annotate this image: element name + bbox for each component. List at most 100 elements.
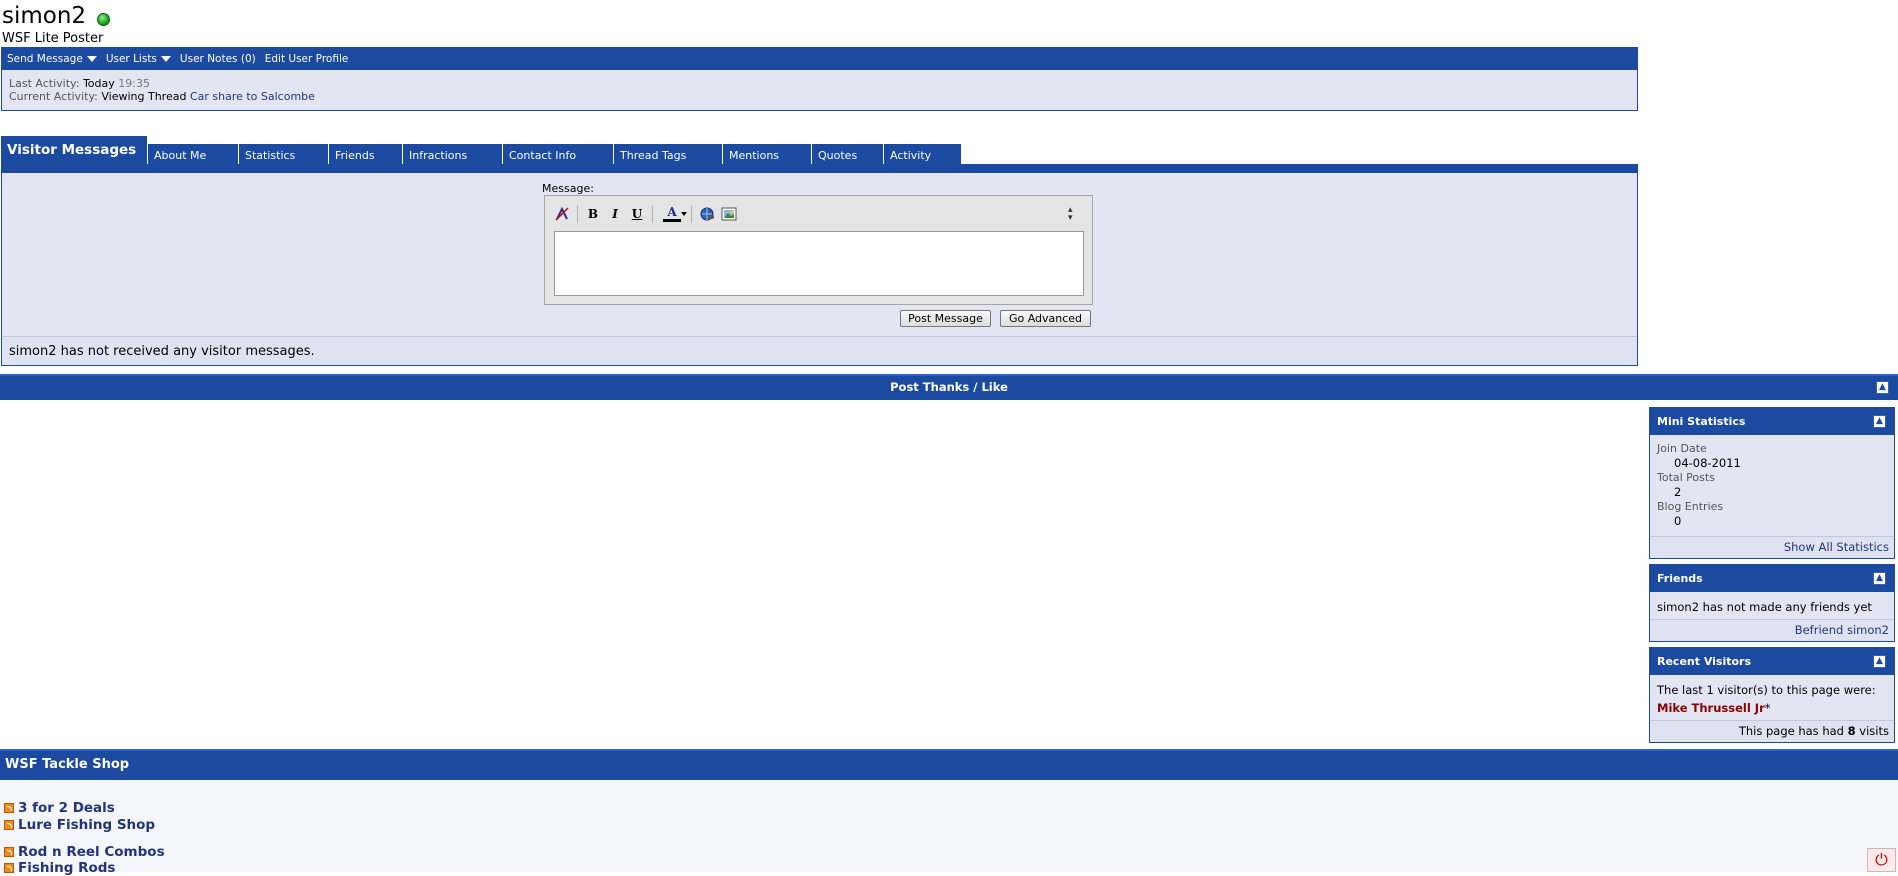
collapse-icon[interactable]: ▲ bbox=[1873, 415, 1886, 428]
show-all-statistics-link[interactable]: Show All Statistics bbox=[1650, 536, 1894, 558]
recent-visitors-title: Recent Visitors bbox=[1657, 655, 1752, 668]
dropdown-arrow-icon bbox=[86, 56, 97, 62]
friends-title: Friends bbox=[1657, 572, 1703, 585]
profile-info-box: Send Message User Lists User Notes (0) E… bbox=[1, 47, 1638, 111]
join-date-value: 04-08-2011 bbox=[1674, 456, 1741, 470]
italic-icon[interactable]: I bbox=[606, 205, 624, 223]
bold-icon[interactable]: B bbox=[584, 205, 602, 223]
profile-menu-bar: Send Message User Lists User Notes (0) E… bbox=[2, 48, 1637, 70]
friends-empty-text: simon2 has not made any friends yet bbox=[1657, 600, 1872, 614]
toolbar-separator bbox=[691, 205, 692, 223]
send-message-label: Send Message bbox=[7, 53, 83, 65]
last-activity-day: Today bbox=[82, 77, 115, 90]
shop-link-lure-fishing-shop[interactable]: Lure Fishing Shop bbox=[4, 817, 155, 833]
shop-link-label: Rod n Reel Combos bbox=[18, 844, 165, 860]
shop-link-fishing-rods[interactable]: Fishing Rods bbox=[4, 860, 115, 876]
tab-mentions[interactable]: Mentions bbox=[722, 144, 811, 166]
current-activity: Current Activity: Viewing Thread Car sha… bbox=[9, 90, 315, 103]
profile-user-title: WSF Lite Poster bbox=[2, 31, 104, 46]
post-thanks-title: Post Thanks / Like bbox=[890, 380, 1008, 394]
mini-statistics-header: Mini Statistics ▲ bbox=[1650, 408, 1894, 435]
rss-icon bbox=[4, 803, 14, 813]
tab-quotes[interactable]: Quotes bbox=[811, 144, 883, 166]
post-thanks-header: Post Thanks / Like ▲ bbox=[0, 374, 1898, 400]
friends-block: Friends ▲ simon2 has not made any friend… bbox=[1649, 564, 1895, 642]
toolbar-separator bbox=[577, 205, 578, 223]
edit-user-profile-link[interactable]: Edit User Profile bbox=[265, 53, 349, 65]
current-activity-label: Current Activity: bbox=[9, 90, 98, 103]
mini-statistics-list: Join Date 04-08-2011 Total Posts 2 Blog … bbox=[1650, 435, 1894, 529]
online-status-icon bbox=[97, 13, 110, 26]
mini-statistics-block: Mini Statistics ▲ Join Date 04-08-2011 T… bbox=[1649, 407, 1895, 559]
tab-thread-tags[interactable]: Thread Tags bbox=[613, 144, 722, 166]
visitor-suffix: * bbox=[1764, 701, 1771, 715]
tackle-shop-body: 3 for 2 Deals Lure Fishing Shop Rod n Re… bbox=[0, 780, 1898, 876]
editor-toolbar: B I U A bbox=[553, 202, 738, 226]
message-label: Message: bbox=[542, 182, 594, 195]
text-color-icon[interactable]: A bbox=[659, 205, 687, 223]
blog-entries-label: Blog Entries bbox=[1657, 500, 1724, 513]
message-textarea[interactable] bbox=[554, 231, 1084, 296]
text-color-swatch bbox=[663, 219, 681, 222]
last-activity-label: Last Activity: bbox=[9, 77, 80, 90]
last-activity-time: 19:35 bbox=[118, 77, 150, 90]
last-activity: Last Activity: Today 19:35 bbox=[9, 77, 150, 90]
collapse-icon[interactable]: ▲ bbox=[1873, 572, 1886, 585]
user-lists-label: User Lists bbox=[105, 53, 157, 65]
tab-underline bbox=[1, 164, 1638, 173]
rss-icon bbox=[4, 847, 14, 857]
power-icon[interactable]: ⏻ bbox=[1867, 848, 1896, 872]
text-color-glyph: A bbox=[667, 205, 677, 219]
recent-visitors-intro: The last 1 visitor(s) to this page were: bbox=[1657, 683, 1876, 697]
remove-format-icon[interactable] bbox=[553, 205, 571, 223]
editor-resize-icon[interactable]: ▴ ▾ bbox=[1068, 206, 1073, 223]
go-advanced-button[interactable]: Go Advanced bbox=[1000, 310, 1091, 327]
mini-statistics-title: Mini Statistics bbox=[1657, 415, 1746, 428]
user-lists-menu[interactable]: User Lists bbox=[106, 53, 171, 65]
total-posts-value: 2 bbox=[1674, 485, 1682, 499]
tab-infractions[interactable]: Infractions bbox=[402, 144, 502, 166]
shop-link-label: Lure Fishing Shop bbox=[18, 817, 156, 833]
post-message-button[interactable]: Post Message bbox=[900, 310, 991, 327]
join-date-label: Join Date bbox=[1657, 442, 1707, 455]
color-dropdown-arrow-icon bbox=[681, 212, 687, 216]
insert-image-icon[interactable] bbox=[720, 205, 738, 223]
dropdown-arrow-icon bbox=[160, 56, 171, 62]
tab-activity[interactable]: Activity bbox=[883, 144, 961, 166]
tab-statistics[interactable]: Statistics bbox=[238, 144, 328, 166]
recent-visitors-block: Recent Visitors ▲ The last 1 visitor(s) … bbox=[1649, 647, 1895, 743]
visit-count: This page has had 8 visits bbox=[1650, 720, 1894, 742]
tab-contact-info[interactable]: Contact Info bbox=[502, 144, 613, 166]
toolbar-separator bbox=[652, 205, 653, 223]
current-activity-thread-link[interactable]: Car share to Salcombe bbox=[190, 90, 315, 103]
profile-username: simon2 bbox=[2, 3, 87, 29]
visits-suffix: visits bbox=[1859, 724, 1889, 738]
friends-header: Friends ▲ bbox=[1650, 565, 1894, 592]
insert-link-icon[interactable] bbox=[698, 205, 716, 223]
message-editor: B I U A ▴ ▾ bbox=[544, 195, 1093, 305]
tackle-shop-header: WSF Tackle Shop bbox=[0, 749, 1898, 780]
visitor-name-link[interactable]: Mike Thrussell Jr bbox=[1657, 701, 1765, 715]
no-visitor-messages-text: simon2 has not received any visitor mess… bbox=[2, 336, 1637, 365]
user-notes-link[interactable]: User Notes (0) bbox=[180, 53, 256, 65]
shop-link-3-for-2-deals[interactable]: 3 for 2 Deals bbox=[4, 800, 115, 816]
visits-count: 8 bbox=[1847, 724, 1856, 738]
shop-link-label: 3 for 2 Deals bbox=[18, 800, 115, 816]
visits-prefix: This page has had bbox=[1738, 724, 1844, 738]
total-posts-label: Total Posts bbox=[1657, 471, 1715, 484]
shop-link-rod-n-reel-combos[interactable]: Rod n Reel Combos bbox=[4, 844, 165, 860]
tab-about-me[interactable]: About Me bbox=[147, 144, 238, 166]
tab-visitor-messages[interactable]: Visitor Messages bbox=[1, 136, 147, 166]
underline-icon[interactable]: U bbox=[628, 205, 646, 223]
recent-visitor-entry: Mike Thrussell Jr* bbox=[1650, 697, 1894, 715]
befriend-link[interactable]: Befriend simon2 bbox=[1650, 619, 1894, 641]
collapse-icon[interactable]: ▲ bbox=[1873, 655, 1886, 668]
blog-entries-value: 0 bbox=[1674, 514, 1682, 528]
current-activity-prefix: Viewing Thread bbox=[101, 90, 187, 103]
tab-friends[interactable]: Friends bbox=[328, 144, 402, 166]
recent-visitors-header: Recent Visitors ▲ bbox=[1650, 648, 1894, 675]
rss-icon bbox=[4, 820, 14, 830]
send-message-menu[interactable]: Send Message bbox=[7, 53, 97, 65]
shop-link-label: Fishing Rods bbox=[18, 860, 116, 876]
collapse-icon[interactable]: ▲ bbox=[1876, 381, 1889, 394]
